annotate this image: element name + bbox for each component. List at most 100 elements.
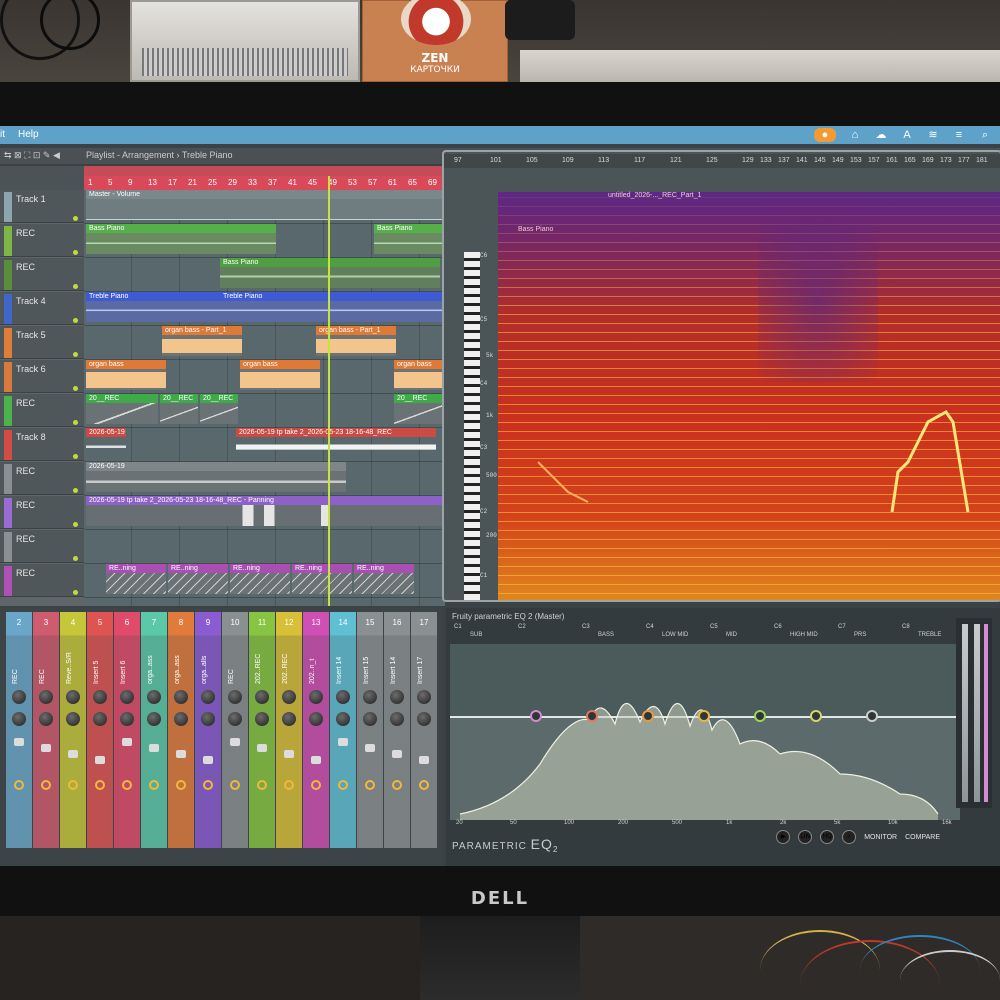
pan-knob[interactable] xyxy=(147,690,161,704)
track-color-swatch[interactable] xyxy=(4,294,12,324)
mixer-strip[interactable]: 6 Insert 6 xyxy=(114,612,140,848)
track-color-swatch[interactable] xyxy=(4,260,12,290)
stereo-knob[interactable] xyxy=(147,712,161,726)
lane-rec-2[interactable]: Bass Piano Bass Piano xyxy=(84,224,454,258)
stereo-knob[interactable] xyxy=(93,712,107,726)
eq-band-id[interactable]: C6 xyxy=(774,624,782,630)
eq-band-id[interactable]: C1 xyxy=(454,624,462,630)
track-mute-led[interactable] xyxy=(73,522,78,527)
route-icon[interactable] xyxy=(68,780,78,790)
mixer-strip[interactable]: 5 Insert 5 xyxy=(87,612,113,848)
volume-fader[interactable] xyxy=(41,744,51,752)
volume-fader[interactable] xyxy=(419,756,429,764)
mic-icon[interactable]: ● xyxy=(814,128,836,142)
track-mute-led[interactable] xyxy=(73,216,78,221)
eq-band-handle[interactable] xyxy=(530,710,542,722)
clip-organ-bass-part[interactable]: organ bass - Part_1 xyxy=(162,326,242,356)
route-icon[interactable] xyxy=(284,780,294,790)
volume-fader[interactable] xyxy=(203,756,213,764)
clip-organ-bass[interactable]: organ bass xyxy=(86,360,166,390)
route-icon[interactable] xyxy=(122,780,132,790)
lane-rec-11[interactable] xyxy=(84,530,445,564)
home-icon[interactable]: ⌂ xyxy=(848,128,862,142)
playlist-breadcrumb[interactable]: Playlist - Arrangement › Treble Piano xyxy=(86,150,233,160)
clip-master-volume[interactable]: Master - Volume xyxy=(86,190,446,220)
volume-fader[interactable] xyxy=(311,756,321,764)
route-icon[interactable] xyxy=(14,780,24,790)
stereo-knob[interactable] xyxy=(309,712,323,726)
pan-knob[interactable] xyxy=(39,690,53,704)
ruler-upper[interactable] xyxy=(84,166,445,176)
volume-fader[interactable] xyxy=(122,738,132,746)
track-color-swatch[interactable] xyxy=(4,430,12,460)
track-mute-led[interactable] xyxy=(73,454,78,459)
track-mute-led[interactable] xyxy=(73,488,78,493)
route-icon[interactable] xyxy=(365,780,375,790)
clip-rec-ning[interactable]: RE..ning xyxy=(292,564,352,594)
track-header[interactable]: REC xyxy=(0,496,84,529)
eq-band-id[interactable]: C5 xyxy=(710,624,718,630)
volume-fader[interactable] xyxy=(230,738,240,746)
route-icon[interactable] xyxy=(311,780,321,790)
mixer-strip[interactable]: 17 Insert 17 xyxy=(411,612,437,848)
clip-take-panning[interactable]: 2026-05-19 tp take 2_2026-05-23 18-16-48… xyxy=(86,496,442,526)
lane-track-6[interactable]: organ bass organ bass organ bass xyxy=(84,360,445,394)
lin-button[interactable]: LIN xyxy=(798,830,813,844)
lane-track-8[interactable]: 2026-05-19 2026-05-19 tp take 2_2026-05-… xyxy=(84,428,445,462)
stereo-knob[interactable] xyxy=(282,712,296,726)
track-header[interactable]: Track 6 xyxy=(0,360,84,393)
pan-knob[interactable] xyxy=(228,690,242,704)
stereo-knob[interactable] xyxy=(228,712,242,726)
stereo-knob[interactable] xyxy=(120,712,134,726)
track-mute-led[interactable] xyxy=(73,284,78,289)
lane-track-5[interactable]: organ bass - Part_1 organ bass - Part_1 xyxy=(84,326,445,360)
clip-treble-piano[interactable]: Treble Piano xyxy=(220,292,444,322)
volume-fader[interactable] xyxy=(68,750,78,758)
hq-button[interactable]: HQ xyxy=(820,830,835,844)
mixer-strip[interactable]: 4 Reve..S/R xyxy=(60,612,86,848)
mixer-strip[interactable]: 2 REC xyxy=(6,612,32,848)
tool-icons[interactable]: ⇆ ⊠ ⛶ ⊡ ✎ ◀ xyxy=(4,150,60,161)
clip-rec-20[interactable]: 20__REC xyxy=(160,394,198,424)
track-mute-led[interactable] xyxy=(73,386,78,391)
track-header[interactable]: REC xyxy=(0,258,84,291)
track-mute-led[interactable] xyxy=(73,556,78,561)
track-header[interactable]: REC xyxy=(0,394,84,427)
stereo-knob[interactable] xyxy=(12,712,26,726)
volume-fader[interactable] xyxy=(365,744,375,752)
stereo-knob[interactable] xyxy=(39,712,53,726)
pan-knob[interactable] xyxy=(201,690,215,704)
clip-treble-piano[interactable]: Treble Piano xyxy=(86,292,220,322)
eq-band-id[interactable]: C8 xyxy=(902,624,910,630)
volume-fader[interactable] xyxy=(284,750,294,758)
route-icon[interactable] xyxy=(230,780,240,790)
pan-knob[interactable] xyxy=(66,690,80,704)
lane-rec-10[interactable]: 2026-05-19 tp take 2_2026-05-23 18-16-48… xyxy=(84,496,445,530)
pan-knob[interactable] xyxy=(120,690,134,704)
clip-rec-20[interactable]: 20__REC xyxy=(394,394,444,424)
play-icon[interactable]: ▶ xyxy=(776,830,791,844)
mixer-strip[interactable]: 7 orga..ass xyxy=(141,612,167,848)
clip-rec-20[interactable]: 20__REC xyxy=(86,394,158,424)
track-header[interactable]: Track 8 xyxy=(0,428,84,461)
volume-fader[interactable] xyxy=(338,738,348,746)
track-header[interactable]: REC xyxy=(0,564,84,597)
eq-band-handle[interactable] xyxy=(754,710,766,722)
track-color-swatch[interactable] xyxy=(4,192,12,222)
volume-fader[interactable] xyxy=(95,756,105,764)
clip-take[interactable]: 2026-05-19 xyxy=(86,428,126,458)
route-icon[interactable] xyxy=(392,780,402,790)
playhead[interactable] xyxy=(328,176,330,606)
mixer-strip[interactable]: 16 Insert 14 xyxy=(384,612,410,848)
mixer-strip[interactable]: 3 REC xyxy=(33,612,59,848)
pan-knob[interactable] xyxy=(417,690,431,704)
clip-rec-ning[interactable]: RE..ning xyxy=(230,564,290,594)
route-icon[interactable] xyxy=(419,780,429,790)
wifi-icon[interactable]: ≋ xyxy=(926,128,940,142)
clip-bass-piano[interactable]: Bass Piano xyxy=(86,224,276,254)
track-header[interactable]: REC xyxy=(0,530,84,563)
mixer-strip[interactable]: 9 orga..alls xyxy=(195,612,221,848)
pan-knob[interactable] xyxy=(12,690,26,704)
route-icon[interactable] xyxy=(338,780,348,790)
volume-fader[interactable] xyxy=(257,744,267,752)
